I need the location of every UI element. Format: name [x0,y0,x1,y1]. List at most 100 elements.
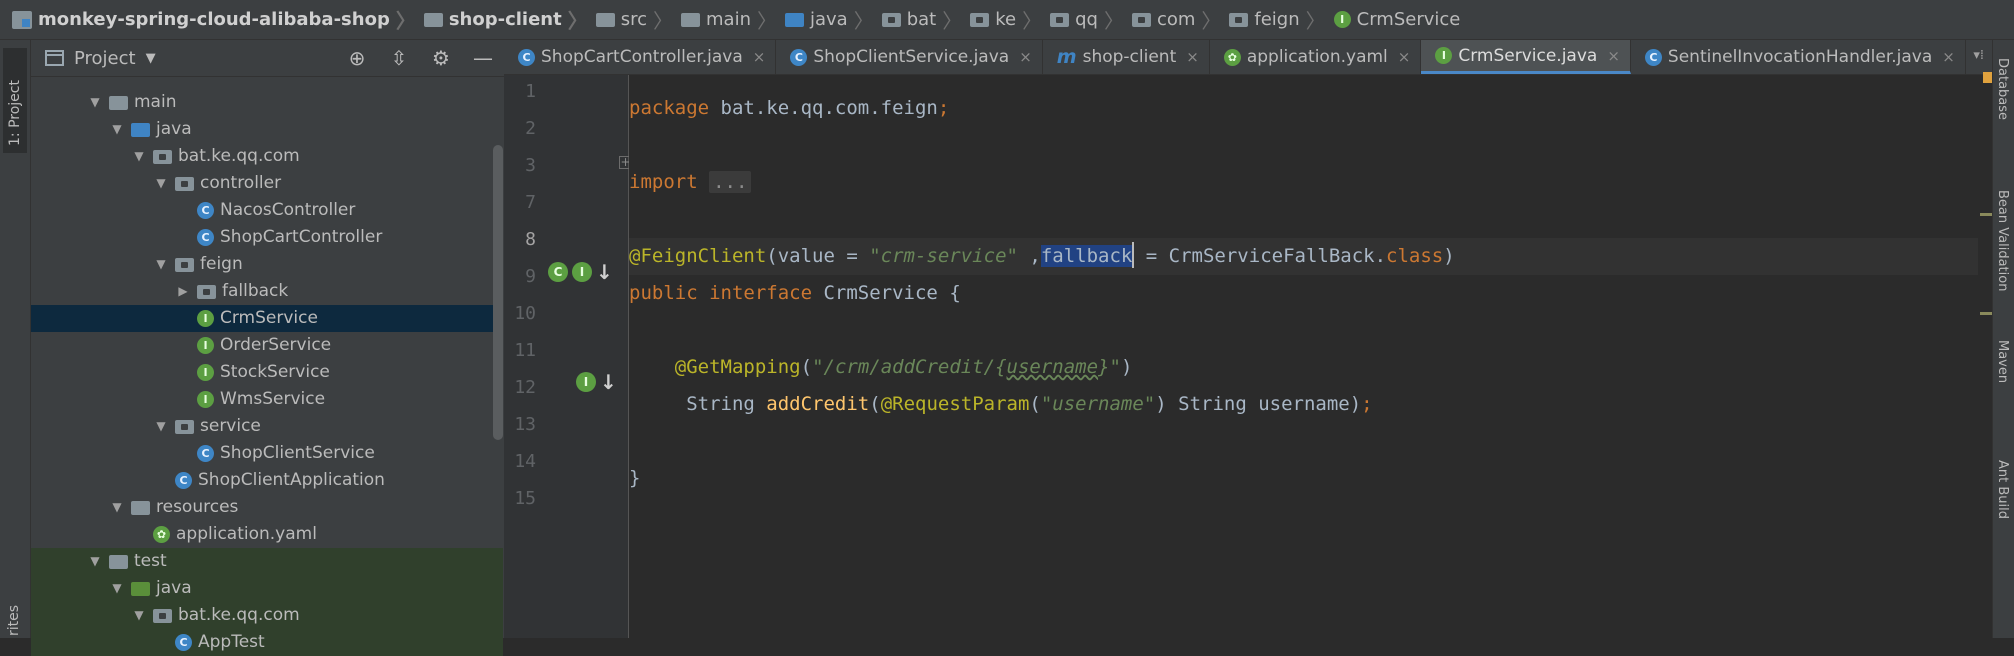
close-icon[interactable]: × [1186,48,1199,66]
tab-list-menu-icon[interactable]: ▾⁞ [1973,48,1984,63]
chevron-down-icon[interactable]: ▼ [146,51,156,66]
breadcrumb-item[interactable]: main 〉 [681,5,785,34]
tree-item[interactable]: ▼ bat.ke.qq.com [31,143,503,170]
close-icon[interactable]: × [1398,48,1411,66]
project-panel: Project ▼ ⊕ ⇳ ⚙ — ▼ main ▼ java ▼ bat.ke.qq.c… [31,40,505,656]
right-tool-tab[interactable]: Maven [1995,340,2010,383]
tree-item[interactable]: ▼CShopClientService [31,440,503,467]
collapse-all-icon[interactable]: ⇳ [388,46,410,70]
tree-item[interactable]: ▼ bat.ke.qq.com [31,602,503,629]
tree-item[interactable]: ▼ feign [31,251,503,278]
right-tool-tab[interactable]: Ant Build [1995,460,2010,519]
breadcrumb-label: com [1156,9,1196,30]
interface-implemented-icon[interactable]: I [572,262,592,282]
collapse-arrow-icon[interactable]: ▼ [87,548,103,575]
spring-yaml-icon: ✿ [153,526,170,543]
tree-item[interactable]: ▼✿application.yaml [31,521,503,548]
target-icon[interactable]: ⊕ [346,46,368,70]
tree-item[interactable]: ▼IStockService [31,359,503,386]
project-tool-tab[interactable]: 1: Project [3,48,27,153]
breadcrumb-item[interactable]: ke 〉 [970,5,1050,34]
line-number: 12 [514,377,536,398]
tree-item[interactable]: ▼ICrmService [31,305,503,332]
folder-icon [109,554,128,569]
close-icon[interactable]: × [753,48,766,66]
tree-item[interactable]: ▼ service [31,413,503,440]
breadcrumb-item[interactable]: feign 〉 [1229,5,1333,34]
close-icon[interactable]: × [1942,48,1955,66]
error-stripe[interactable] [1978,75,1992,638]
collapse-arrow-icon[interactable]: ▼ [109,494,125,521]
collapse-arrow-icon[interactable]: ▼ [109,116,125,143]
error-stripe-mark[interactable] [1980,312,1992,315]
right-tool-tab[interactable]: Database [1995,58,2010,120]
project-view-selector[interactable]: Project [74,48,136,69]
close-icon[interactable]: × [1019,48,1032,66]
breadcrumb-separator-icon: 〉 [1305,9,1326,33]
breadcrumb-separator-icon: 〉 [1201,9,1222,33]
tree-item[interactable]: ▼IOrderService [31,332,503,359]
line-number: 9 [525,266,536,287]
breadcrumb-item[interactable]: I CrmService [1333,9,1460,30]
minimize-icon[interactable]: — [472,46,494,70]
close-icon[interactable]: × [1607,47,1620,65]
token-annotation: @RequestParam [880,393,1030,415]
tree-scrollbar[interactable] [493,145,503,440]
token-text: ) [1120,356,1133,378]
token-keyword: interface [709,282,813,304]
package-icon [175,257,194,272]
tree-item[interactable]: ▼ main [31,89,503,116]
tree-item[interactable]: ▼ controller [31,170,503,197]
editor-tab[interactable]: ✿ application.yaml × [1210,40,1422,74]
right-tool-tab[interactable]: Bean Validation [1995,190,2010,291]
breadcrumb-item[interactable]: monkey-spring-cloud-alibaba-shop 〉 [12,5,424,34]
breadcrumb-separator-icon: 〉 [653,9,673,33]
tree-item[interactable]: ▼CShopCartController [31,224,503,251]
breadcrumb-item[interactable]: java 〉 [784,5,882,34]
tree-item[interactable]: ▼CAppTest [31,629,503,656]
editor-tab[interactable]: C SentinelInvocationHandler.java × [1631,40,1966,74]
editor-tab[interactable]: I CrmService.java × [1421,40,1631,74]
package-icon [153,608,172,623]
folded-imports[interactable]: ... [709,171,752,193]
expand-arrow-icon[interactable]: ▶ [175,278,191,305]
tree-item-label: ShopCartController [220,227,383,247]
collapse-arrow-icon[interactable]: ▼ [153,251,169,278]
tree-item-label: resources [156,497,239,517]
code-line-3: import ... [629,164,1992,201]
collapse-arrow-icon[interactable]: ▼ [109,575,125,602]
breadcrumb-item[interactable]: com 〉 [1131,5,1229,34]
project-panel-header: Project ▼ ⊕ ⇳ ⚙ — [31,40,504,77]
tree-item[interactable]: ▼ resources [31,494,503,521]
tree-item[interactable]: ▼ test [31,548,503,575]
favorites-tool-tab[interactable]: rites [6,605,22,636]
navigation-breadcrumb: monkey-spring-cloud-alibaba-shop 〉 shop-cl… [0,0,2014,40]
implementation-arrow-icon[interactable]: ↓ [600,370,617,394]
editor-tab[interactable]: C ShopCartController.java × [504,40,777,74]
editor-tab[interactable]: C ShopClientService.java × [776,40,1043,74]
breadcrumb-label: bat [906,9,937,30]
tree-item[interactable]: ▼CNacosController [31,197,503,224]
tree-item[interactable]: ▼ java [31,575,503,602]
breadcrumb-item[interactable]: src 〉 [595,5,681,34]
implementation-arrow-icon[interactable]: ↓ [596,260,613,284]
collapse-arrow-icon[interactable]: ▼ [153,413,169,440]
tree-item[interactable]: ▼CShopClientApplication [31,467,503,494]
tree-item[interactable]: ▶ fallback [31,278,503,305]
code-editor[interactable]: package bat.ke.qq.com.feign; import ... … [629,75,1992,638]
collapse-arrow-icon[interactable]: ▼ [131,143,147,170]
editor-tab[interactable]: m shop-client × [1043,40,1210,74]
breadcrumb-item[interactable]: qq 〉 [1050,5,1132,34]
spring-bean-icon[interactable]: C [548,262,568,282]
collapse-arrow-icon[interactable]: ▼ [131,602,147,629]
collapse-arrow-icon[interactable]: ▼ [153,170,169,197]
breadcrumb-item[interactable]: bat 〉 [881,5,971,34]
error-stripe-mark[interactable] [1980,213,1992,216]
breadcrumb-item[interactable]: shop-client 〉 [423,5,596,34]
collapse-arrow-icon[interactable]: ▼ [87,89,103,116]
tree-item[interactable]: ▼ java [31,116,503,143]
method-implemented-icon[interactable]: I [576,372,596,392]
gear-icon[interactable]: ⚙ [430,46,452,70]
tree-item[interactable]: ▼IWmsService [31,386,503,413]
breadcrumb-label: main [706,9,751,30]
